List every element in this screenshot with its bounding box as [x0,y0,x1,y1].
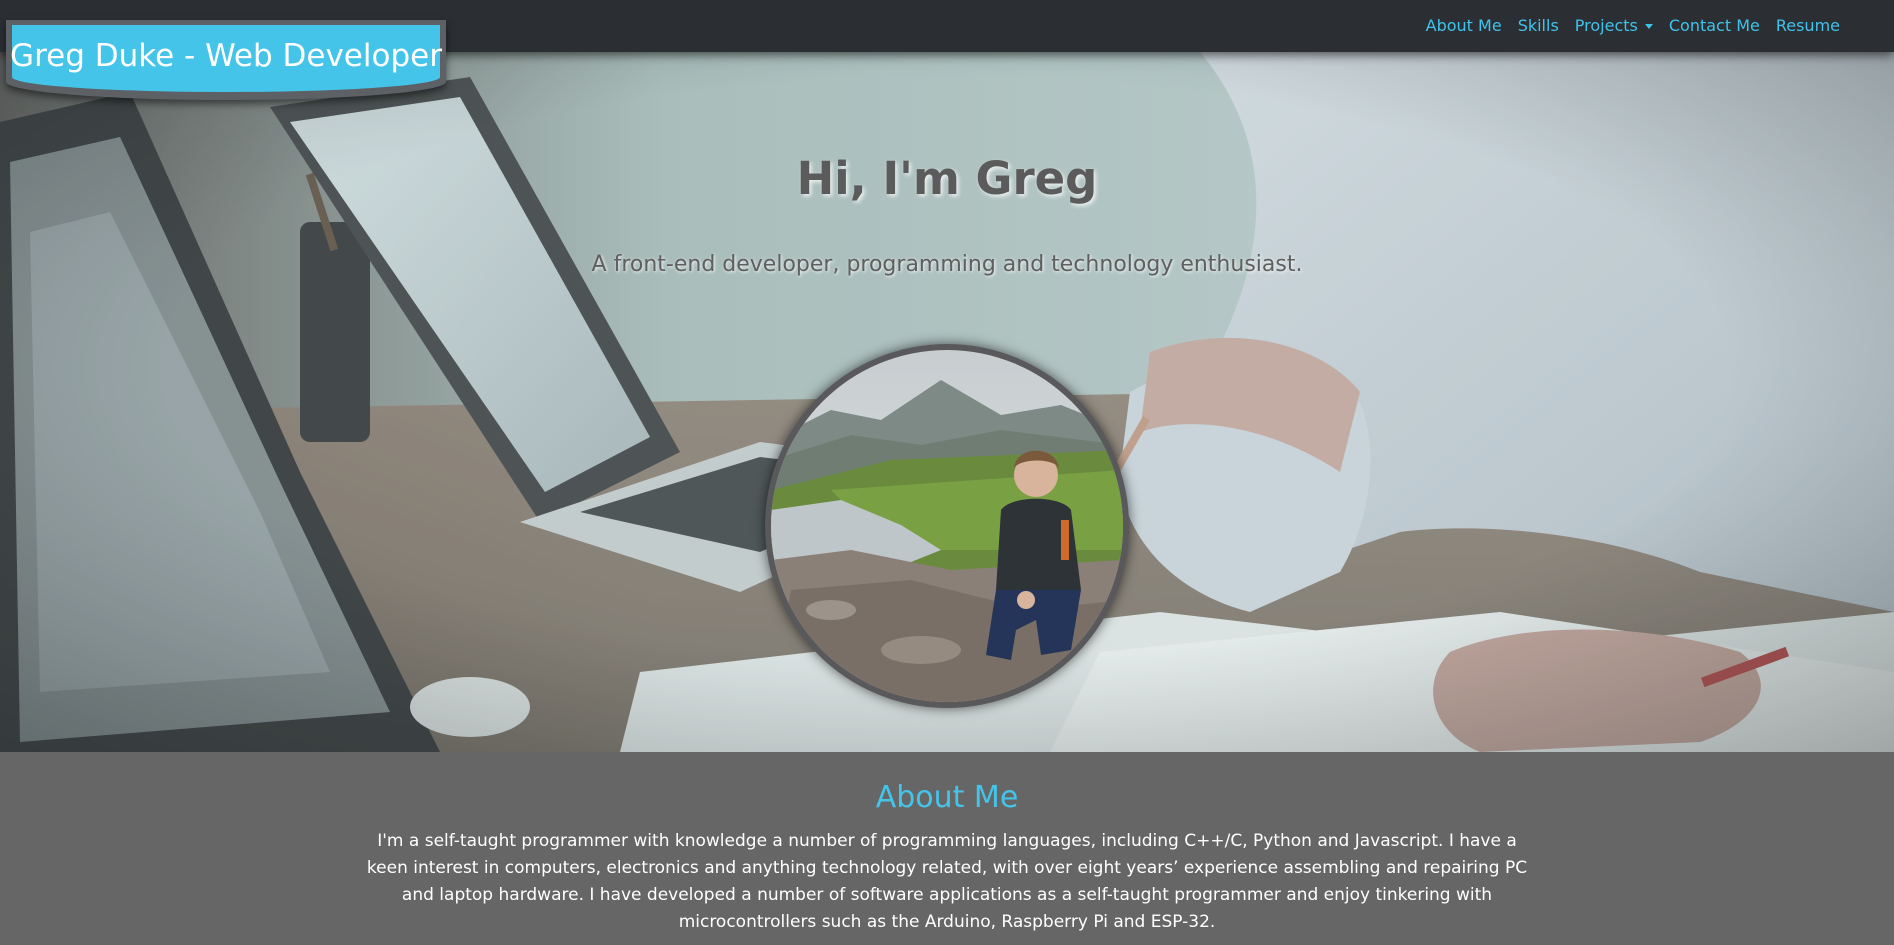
page: About Me Skills Projects Contact Me Resu… [0,0,1894,945]
caret-down-icon [1644,23,1653,29]
nav-link-about-me-label: About Me [1425,15,1502,35]
about-title: About Me [875,780,1019,815]
profile-photo [771,350,1123,702]
hero-subtitle: A front-end developer, programming and t… [591,252,1303,277]
profile-avatar [765,344,1129,708]
hero-title: Hi, I'm Greg [796,152,1098,205]
brand-badge[interactable]: Greg Duke - Web Developer [6,20,446,100]
nav-link-resume-label: Resume [1775,15,1840,35]
about-text: I'm a self-taught programmer with knowle… [366,831,1528,932]
nav-link-projects-label: Projects [1574,15,1638,35]
nav-link-contact-me-label: Contact Me [1668,15,1760,35]
nav-link-skills[interactable]: Skills [1518,16,1559,35]
nav-link-resume[interactable]: Resume [1776,16,1840,35]
about-section: About Me I'm a self-taught programmer wi… [0,752,1894,945]
profile-photo-image [771,350,1123,702]
brand-badge-inner: Greg Duke - Web Developer [10,25,442,92]
hero-section: Hi, I'm Greg A front-end developer, prog… [0,52,1894,752]
brand-title: Greg Duke - Web Developer [10,37,442,74]
nav-links: About Me Skills Projects Contact Me Resu… [1426,0,1840,50]
nav-dropdown-projects[interactable]: Projects [1575,16,1653,35]
nav-link-skills-label: Skills [1517,15,1559,35]
nav-link-contact-me[interactable]: Contact Me [1669,16,1760,35]
nav-link-about-me[interactable]: About Me [1426,16,1502,35]
